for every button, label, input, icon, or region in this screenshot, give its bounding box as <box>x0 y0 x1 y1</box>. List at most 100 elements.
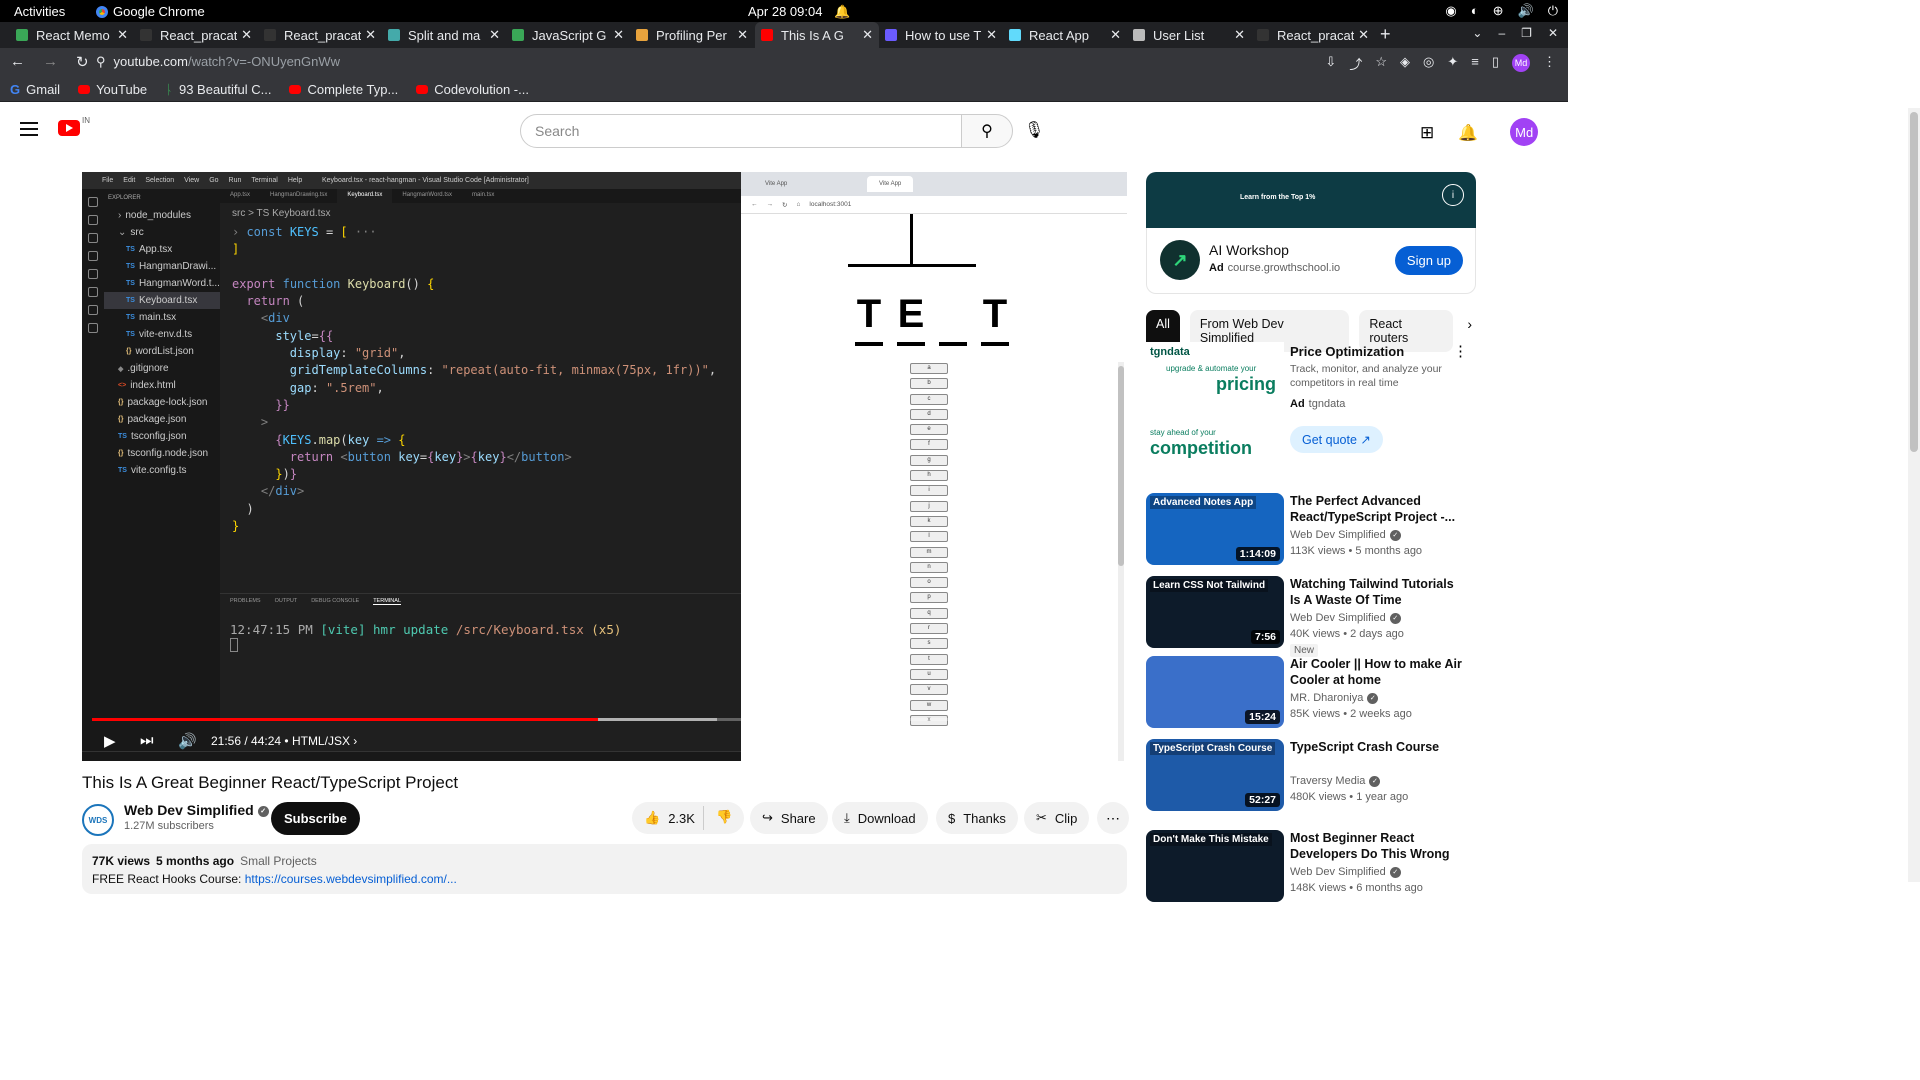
voice-search-icon[interactable]: 🎙 <box>1024 120 1044 140</box>
progress-bar[interactable] <box>92 718 1117 721</box>
rec-channel[interactable]: Web Dev Simplified ✓ <box>1290 612 1401 624</box>
browser-tab[interactable]: Split and ma ✕ <box>382 22 506 48</box>
profile-avatar[interactable]: Md <box>1512 54 1530 72</box>
media-icon[interactable]: ≡ <box>1471 54 1479 73</box>
sponsored-item[interactable]: tgndata upgrade & automate your pricing … <box>1146 342 1476 460</box>
close-tab-icon[interactable]: ✕ <box>365 27 376 43</box>
close-tab-icon[interactable]: ✕ <box>117 27 128 43</box>
browser-tab[interactable]: JavaScript G ✕ <box>506 22 630 48</box>
video-thumbnail[interactable]: Don't Make This Mistake <box>1146 830 1284 902</box>
subscribe-button[interactable]: Subscribe <box>271 802 360 835</box>
browser-tab[interactable]: This Is A G ✕ <box>755 22 879 48</box>
browser-tab[interactable]: User List ✕ <box>1127 22 1251 48</box>
extension-icon[interactable]: ◈ <box>1400 54 1410 73</box>
clip-button[interactable]: ✂ Clip <box>1024 802 1090 834</box>
app-menu[interactable]: Google Chrome <box>96 4 205 19</box>
recommended-video[interactable]: Don't Make This Mistake Most Beginner Rea… <box>1146 830 1476 902</box>
bookmark-codevolution[interactable]: Codevolution -... <box>416 82 529 97</box>
browser-tab[interactable]: React_pracat ✕ <box>258 22 382 48</box>
miniplayer-icon[interactable]: ▣ <box>1010 732 1024 750</box>
rec-channel[interactable]: Web Dev Simplified ✓ <box>1290 866 1401 878</box>
share-icon[interactable]: ⤴ <box>1349 54 1362 73</box>
system-tray[interactable]: ◉ ◐ ⊕ 🔊 ⏻ <box>1445 3 1558 19</box>
share-button[interactable]: ↪ Share <box>750 802 828 834</box>
category-tag[interactable]: Small Projects <box>240 854 317 868</box>
close-window-button[interactable]: ✕ <box>1548 26 1558 40</box>
bookmark-complete-typ[interactable]: Complete Typ... <box>289 82 398 97</box>
tab-search-icon[interactable]: ⌄ <box>1472 26 1482 40</box>
reload-icon[interactable]: ↻ <box>76 53 89 71</box>
autoplay-toggle[interactable]: ⏸ <box>886 732 894 749</box>
install-icon[interactable]: ⇩ <box>1325 54 1336 73</box>
notifications-icon[interactable]: 🔔 <box>1458 123 1478 143</box>
youtube-logo[interactable]: YouTubeIN <box>58 116 240 258</box>
ad-card[interactable]: ↗ AI Workshop Ad course.growthschool.io S… <box>1146 228 1476 294</box>
close-tab-icon[interactable]: ✕ <box>1110 27 1121 43</box>
video-player[interactable]: File Edit Selection View Go Run Terminal Help Ke… <box>82 172 1127 761</box>
recommended-video[interactable]: TypeScript Crash Course 52:27 TypeScript C… <box>1146 739 1476 811</box>
account-avatar[interactable]: Md <box>1510 118 1539 146</box>
browser-tab[interactable]: React_pracat ✕ <box>1251 22 1375 48</box>
browser-tab[interactable]: React App ✕ <box>1003 22 1127 48</box>
description-box[interactable]: 77K views 5 months ago Small Projects FREE… <box>82 844 1127 894</box>
video-thumbnail[interactable]: Advanced Notes App 1:14:09 <box>1146 493 1284 565</box>
ad-banner[interactable]: Learn from the Top 1% i <box>1146 172 1476 228</box>
site-info-icon[interactable]: ⚲ <box>96 54 106 70</box>
create-video-icon[interactable]: ⊞ <box>1420 123 1434 143</box>
rec-channel[interactable]: MR. Dharoniya ✓ <box>1290 692 1379 704</box>
video-thumbnail[interactable]: TypeScript Crash Course 52:27 <box>1146 739 1284 811</box>
chapter-label[interactable]: • HTML/JSX <box>284 734 350 748</box>
close-tab-icon[interactable]: ✕ <box>241 27 252 43</box>
info-icon[interactable]: i <box>1442 184 1464 206</box>
close-tab-icon[interactable]: ✕ <box>737 27 748 43</box>
recommended-video[interactable]: Learn CSS Not Tailwind 7:56 Watching Tailw… <box>1146 576 1476 657</box>
bookmark-gmail[interactable]: G Gmail <box>10 82 60 97</box>
video-thumbnail[interactable]: 15:24 <box>1146 656 1284 728</box>
puzzle-icon[interactable]: ✦ <box>1447 54 1458 73</box>
subtitles-icon[interactable]: ▤ <box>930 732 944 750</box>
browser-tab[interactable]: Profiling Per ✕ <box>630 22 754 48</box>
description-link[interactable]: https://courses.webdevsimplified.com/... <box>245 872 457 886</box>
dislike-button[interactable]: 👎 <box>702 806 744 830</box>
extension-icon[interactable]: ◎ <box>1423 54 1434 73</box>
close-tab-icon[interactable]: ✕ <box>1234 27 1245 43</box>
close-tab-icon[interactable]: ✕ <box>986 27 997 43</box>
clock[interactable]: Apr 28 09:04 <box>748 4 822 19</box>
next-icon[interactable]: ⏭ <box>140 732 154 749</box>
bookmark-beautiful[interactable]: ᚿ 93 Beautiful C... <box>165 82 271 97</box>
recommended-video[interactable]: 15:24 Air Cooler || How to make Air Coole… <box>1146 656 1476 728</box>
like-button[interactable]: 👍 2.3K 👎 <box>632 802 745 834</box>
more-icon[interactable]: ⋮ <box>1453 342 1468 360</box>
settings-gear-icon[interactable]: ⚙ <box>970 732 983 750</box>
close-tab-icon[interactable]: ✕ <box>862 27 873 43</box>
volume-icon[interactable]: 🔊 <box>178 732 197 750</box>
browser-tab[interactable]: How to use T ✕ <box>879 22 1003 48</box>
back-icon[interactable]: ← <box>10 53 25 71</box>
minimize-button[interactable]: – <box>1498 26 1505 40</box>
fullscreen-icon[interactable]: ⛶ <box>1088 732 1099 749</box>
rec-channel[interactable]: Web Dev Simplified ✓ <box>1290 529 1401 541</box>
recommended-video[interactable]: Advanced Notes App 1:14:09 The Perfect Adv… <box>1146 493 1476 565</box>
close-tab-icon[interactable]: ✕ <box>1358 27 1369 43</box>
side-panel-icon[interactable]: ▯ <box>1492 54 1499 73</box>
search-button[interactable]: ⚲ <box>961 114 1013 148</box>
forward-icon[interactable]: → <box>43 53 58 71</box>
search-input[interactable]: Search <box>520 114 962 148</box>
activities-button[interactable]: Activities <box>14 4 65 19</box>
restore-button[interactable]: ❐ <box>1521 26 1532 40</box>
video-thumbnail[interactable]: Learn CSS Not Tailwind 7:56 <box>1146 576 1284 648</box>
close-tab-icon[interactable]: ✕ <box>489 27 500 43</box>
browser-tab[interactable]: React Memo ✕ <box>10 22 134 48</box>
close-tab-icon[interactable]: ✕ <box>613 27 624 43</box>
ad-signup-button[interactable]: Sign up <box>1394 246 1463 275</box>
thanks-button[interactable]: $ Thanks <box>936 802 1018 834</box>
bookmark-star-icon[interactable]: ☆ <box>1375 54 1387 73</box>
channel-name[interactable]: Web Dev Simplified ✓ <box>124 802 269 818</box>
chrome-menu-icon[interactable]: ⋮ <box>1543 54 1556 73</box>
new-tab-button[interactable]: + <box>1380 24 1391 45</box>
omnibox[interactable]: ⚲ youtube.com/watch?v=-ONUyenGnWw <box>96 54 340 70</box>
theater-mode-icon[interactable]: ▭ <box>1048 732 1062 750</box>
download-button[interactable]: ⤓ Download <box>832 802 928 834</box>
more-actions-button[interactable]: ⋯ <box>1097 802 1129 834</box>
page-scrollbar[interactable] <box>1908 108 1920 882</box>
